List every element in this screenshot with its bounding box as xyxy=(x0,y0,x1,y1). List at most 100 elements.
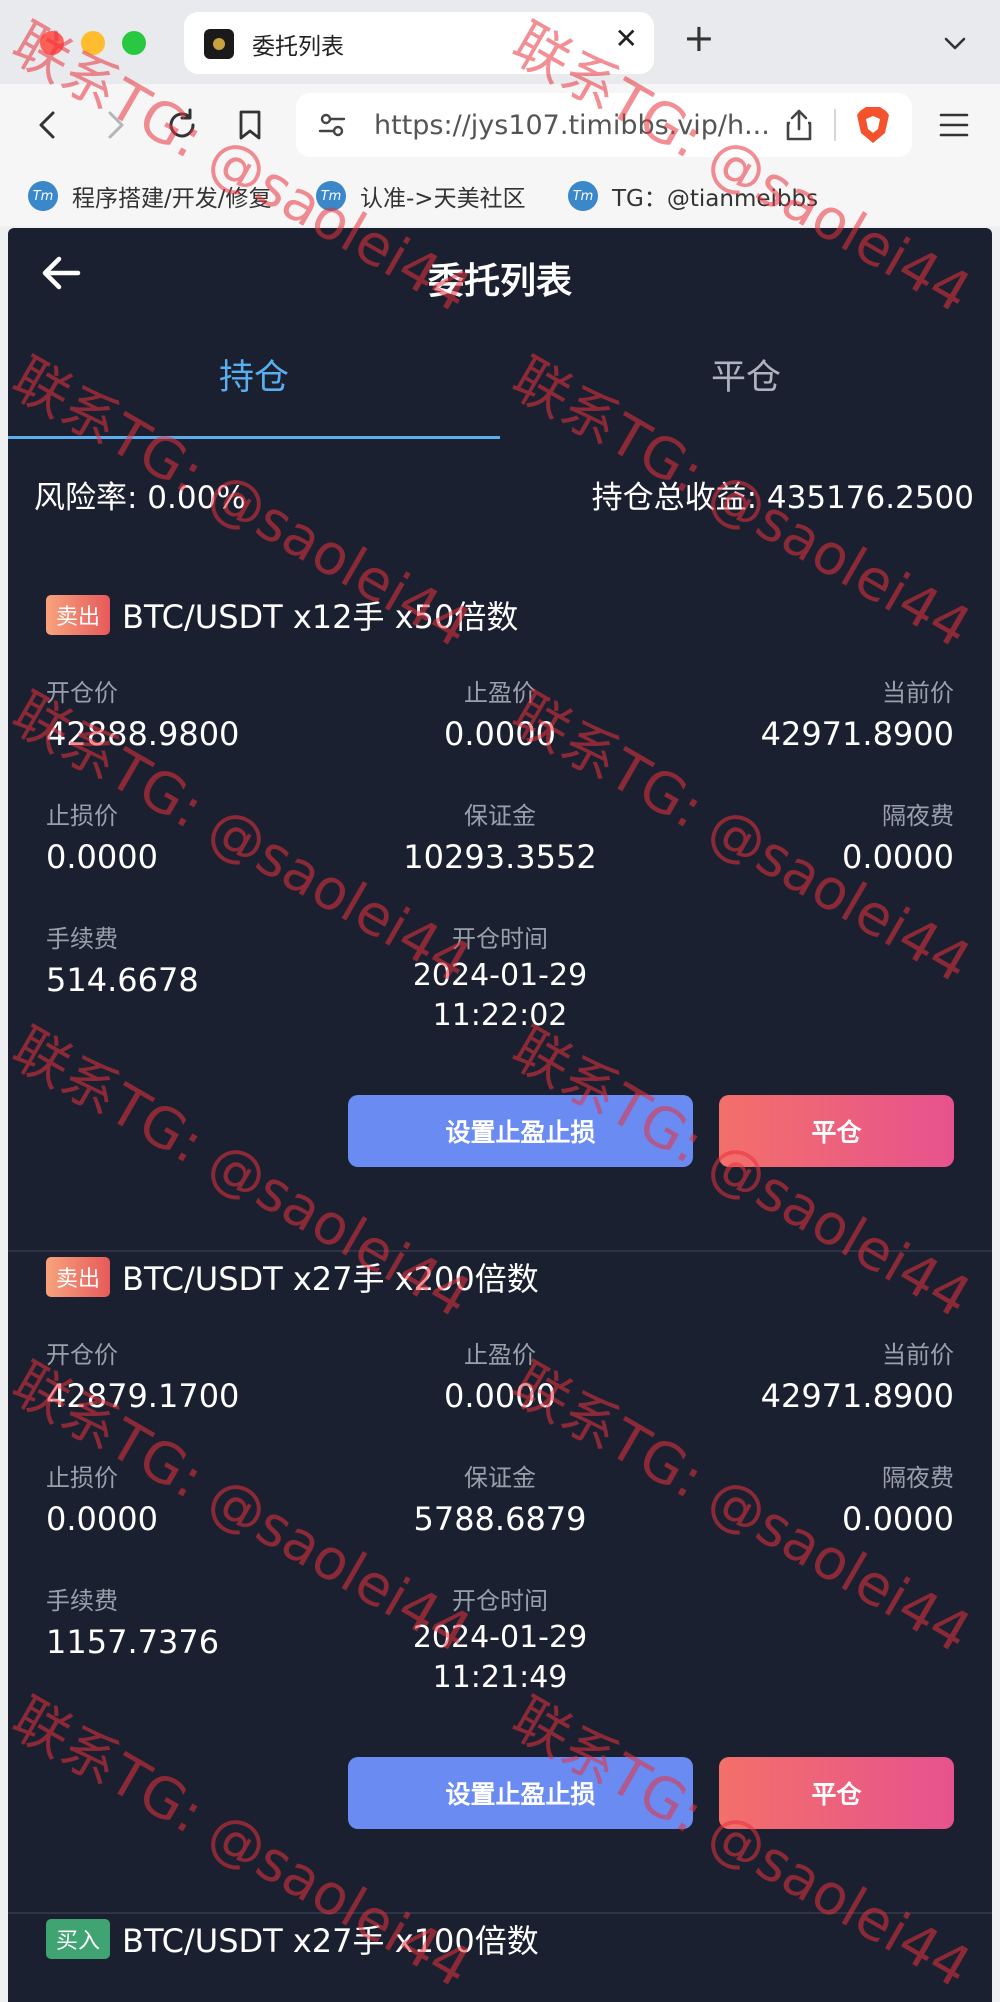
total-pnl: 持仓总收益: 435176.2500 xyxy=(591,480,974,516)
current-price-cell: 当前价 42971.8900 xyxy=(761,676,954,758)
fee-value: 514.6678 xyxy=(46,961,199,999)
set-tpsl-button[interactable]: 设置止盈止损 xyxy=(348,1757,693,1829)
open-price-value: 42879.1700 xyxy=(46,1377,240,1415)
field-label: 开仓价 xyxy=(46,1341,118,1369)
page-title: 委托列表 xyxy=(427,261,572,302)
overnight-fee-cell: 隔夜费 0.0000 xyxy=(842,799,954,881)
bookmark-label: 程序搭建/开发/修复 xyxy=(72,186,272,212)
maximize-window-button[interactable] xyxy=(122,31,146,55)
browser-tab-active[interactable]: 委托列表 ✕ xyxy=(184,12,654,74)
field-label: 止盈价 xyxy=(464,679,536,707)
field-label: 保证金 xyxy=(464,1464,536,1492)
order-header: 买入 BTC/USDT x27手 x100倍数 xyxy=(46,1914,539,1964)
margin-value: 10293.3552 xyxy=(403,838,597,876)
bookmark-favicon-icon: Tm xyxy=(316,181,346,211)
order-header: 卖出 BTC/USDT x12手 x50倍数 xyxy=(46,590,518,640)
open-price-cell: 开仓价 42888.9800 xyxy=(46,676,239,758)
position-summary: 风险率: 0.00% 持仓总收益: 435176.2500 xyxy=(34,472,974,522)
forward-arrow-icon[interactable] xyxy=(95,105,135,145)
side-badge: 卖出 xyxy=(46,1257,111,1297)
open-price-cell: 开仓价 42879.1700 xyxy=(46,1338,239,1420)
order-card: 卖出 BTC/USDT x12手 x50倍数 开仓价 42888.9800 止盈… xyxy=(8,590,992,1252)
order-card: 卖出 BTC/USDT x27手 x200倍数 开仓价 42879.1700 止… xyxy=(8,1252,992,1914)
bookmark-icon[interactable] xyxy=(230,105,270,145)
risk-rate: 风险率: 0.00% xyxy=(34,480,246,516)
site-favicon-icon xyxy=(204,29,234,59)
margin-cell: 保证金 5788.6879 xyxy=(350,1461,650,1543)
field-label: 止盈价 xyxy=(464,1341,536,1369)
open-date-value: 2024-01-29 xyxy=(412,958,588,993)
set-tpsl-button[interactable]: 设置止盈止损 xyxy=(348,1095,693,1167)
margin-value: 5788.6879 xyxy=(413,1500,587,1538)
browser-tab-bar: 委托列表 ✕ + xyxy=(0,0,1000,84)
order-card: 买入 BTC/USDT x27手 x100倍数 xyxy=(8,1914,992,2002)
side-badge: 买入 xyxy=(46,1919,111,1959)
close-window-button[interactable] xyxy=(40,31,64,55)
overnight-fee-cell: 隔夜费 0.0000 xyxy=(842,1461,954,1543)
field-label: 当前价 xyxy=(882,1341,954,1369)
field-label: 开仓价 xyxy=(46,679,118,707)
site-settings-icon[interactable] xyxy=(316,109,348,145)
reload-icon[interactable] xyxy=(162,105,202,145)
field-label: 开仓时间 xyxy=(452,925,548,953)
overnight-fee-value: 0.0000 xyxy=(842,1500,954,1538)
field-label: 保证金 xyxy=(464,802,536,830)
bookmark-favicon-icon: Tm xyxy=(28,181,58,211)
side-badge: 卖出 xyxy=(46,595,111,635)
field-label: 手续费 xyxy=(46,1587,118,1615)
tab-close-icon[interactable]: ✕ xyxy=(615,25,638,53)
address-bar-divider xyxy=(834,109,836,141)
stop-loss-value: 0.0000 xyxy=(46,1500,158,1538)
field-label: 隔夜费 xyxy=(882,802,954,830)
tab-positions[interactable]: 持仓 xyxy=(8,318,500,430)
order-header: 卖出 BTC/USDT x27手 x200倍数 xyxy=(46,1252,539,1302)
field-label: 止损价 xyxy=(46,1464,118,1492)
open-time-cell: 开仓时间 2024-01-29 11:21:49 xyxy=(350,1584,650,1698)
stop-loss-value: 0.0000 xyxy=(46,838,158,876)
minimize-window-button[interactable] xyxy=(81,31,105,55)
order-symbol: BTC/USDT x27手 x200倍数 xyxy=(122,1260,539,1298)
hamburger-menu-icon[interactable] xyxy=(938,110,970,144)
share-icon[interactable] xyxy=(782,107,816,147)
active-tab-indicator xyxy=(8,436,500,439)
current-price-cell: 当前价 42971.8900 xyxy=(761,1338,954,1420)
current-price-value: 42971.8900 xyxy=(760,1377,954,1415)
bookmark-item[interactable]: Tm 程序搭建/开发/修复 xyxy=(28,176,272,216)
back-arrow-icon[interactable] xyxy=(28,105,68,145)
bookmark-label: TG：@tianmeibbs xyxy=(612,186,819,212)
field-label: 开仓时间 xyxy=(452,1587,548,1615)
take-profit-value: 0.0000 xyxy=(444,715,556,753)
new-tab-button[interactable]: + xyxy=(683,19,715,57)
open-clock-value: 11:22:02 xyxy=(432,998,568,1033)
brave-shield-icon[interactable] xyxy=(854,105,892,149)
fee-cell: 手续费 514.6678 xyxy=(46,922,199,1004)
app-header: 委托列表 xyxy=(8,228,992,318)
tab-closed[interactable]: 平仓 xyxy=(500,318,992,430)
order-symbol: BTC/USDT x12手 x50倍数 xyxy=(122,598,519,636)
bookmark-item[interactable]: Tm 认准->天美社区 xyxy=(316,176,526,216)
field-label: 当前价 xyxy=(882,679,954,707)
bookmark-item[interactable]: Tm TG：@tianmeibbs xyxy=(568,176,818,216)
open-clock-value: 11:21:49 xyxy=(432,1660,568,1695)
field-label: 隔夜费 xyxy=(882,1464,954,1492)
current-price-value: 42971.8900 xyxy=(760,715,954,753)
address-bar[interactable]: https://jys107.timibbs.vip/h... xyxy=(296,93,912,157)
tab-list-chevron-icon[interactable] xyxy=(942,30,968,60)
overnight-fee-value: 0.0000 xyxy=(842,838,954,876)
position-tabs: 持仓 平仓 xyxy=(8,318,992,430)
bookmark-favicon-icon: Tm xyxy=(568,181,598,211)
margin-cell: 保证金 10293.3552 xyxy=(350,799,650,881)
browser-tab-title: 委托列表 xyxy=(252,34,344,60)
url-text[interactable]: https://jys107.timibbs.vip/h... xyxy=(374,110,770,141)
bookmark-label: 认准->天美社区 xyxy=(360,186,526,212)
close-position-button[interactable]: 平仓 xyxy=(719,1095,954,1167)
bookmarks-bar: Tm 程序搭建/开发/修复 Tm 认准->天美社区 Tm TG：@tianmei… xyxy=(0,166,1000,226)
take-profit-cell: 止盈价 0.0000 xyxy=(350,1338,650,1420)
close-position-button[interactable]: 平仓 xyxy=(719,1757,954,1829)
take-profit-cell: 止盈价 0.0000 xyxy=(350,676,650,758)
trade-app: 委托列表 持仓 平仓 风险率: 0.00% 持仓总收益: 435176.2500… xyxy=(8,228,992,2002)
take-profit-value: 0.0000 xyxy=(444,1377,556,1415)
order-symbol: BTC/USDT x27手 x100倍数 xyxy=(122,1922,539,1960)
browser-toolbar: https://jys107.timibbs.vip/h... xyxy=(0,84,1000,166)
fee-value: 1157.7376 xyxy=(46,1623,220,1661)
